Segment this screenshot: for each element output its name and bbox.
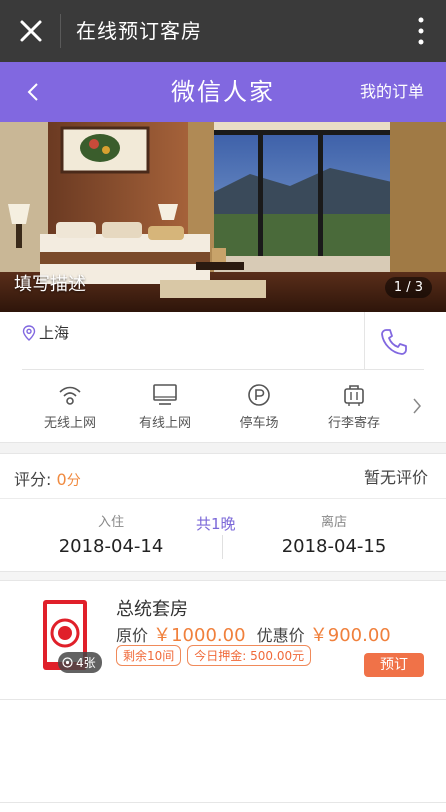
luggage-icon [344,385,364,406]
photo-count: 4张 [76,656,96,670]
location-pin-icon [22,324,36,341]
top-bar: 在线预订客房 [0,0,446,62]
phone-icon[interactable] [378,326,410,358]
amenities-row[interactable]: 无线上网 有线上网 停车场 行李寄存 [0,370,446,442]
section-gap [0,571,446,581]
book-button[interactable]: 预订 [364,653,424,677]
rating-score-unit: 分 [66,473,81,489]
section-gap [0,442,446,454]
amenity-label: 停车场 [239,416,279,431]
checkin-date: 2018-04-14 [58,536,164,557]
rating-score-value: 0 [56,470,67,489]
location[interactable]: 上海 [22,322,69,343]
rating-label-text: 评分: [14,470,52,489]
window-title: 在线预订客房 [76,19,202,43]
parking-icon [248,384,270,406]
room-card[interactable]: 4张 总统套房 原价 ￥1000.00 优惠价 ￥900.00 剩余10间 今日… [0,581,446,699]
more-options-icon[interactable] [416,14,426,48]
rating-row: 评分: 0分 暂无评价 [0,454,446,498]
close-icon[interactable] [14,14,48,48]
divider [0,699,446,700]
room-tags: 剩余10间 今日押金: 500.00元 [116,645,312,666]
location-divider [364,312,365,370]
photo-caption: 填写描述 [14,274,86,295]
checkout-date: 2018-04-15 [281,536,387,557]
checkin[interactable]: 入住 2018-04-14 [41,511,181,557]
photo-counter: 1 / 3 [384,277,432,298]
rating-label: 评分: 0分 [14,466,81,490]
nights-count: 共1晚 [196,515,236,533]
monitor-icon [153,384,177,405]
divider [0,802,446,803]
original-price: ￥1000.00 [153,625,246,646]
image-icon [62,657,73,668]
room-photo-carousel[interactable]: 填写描述 1 / 3 [0,122,446,312]
rooms-remaining-tag: 剩余10间 [116,645,182,666]
room-prices: 原价 ￥1000.00 优惠价 ￥900.00 [116,621,391,647]
amenity-wired: 有线上网 [125,382,205,431]
checkout-label: 离店 [320,515,347,530]
original-price-label: 原价 [116,626,149,645]
checkout[interactable]: 离店 2018-04-15 [264,511,404,557]
my-orders-link[interactable]: 我的订单 [360,62,424,122]
page-header: 微信人家 我的订单 [0,62,446,122]
checkin-label: 入住 [97,515,124,530]
no-reviews-text[interactable]: 暂无评价 [364,464,428,488]
amenity-label: 无线上网 [43,416,96,431]
discount-price-label: 优惠价 [256,626,305,645]
dates-divider [222,535,223,559]
stay-dates[interactable]: 入住 2018-04-14 共1晚 离店 2018-04-15 [0,499,446,571]
photo-count-badge: 4张 [58,652,102,673]
rating-score: 0分 [57,470,81,489]
room-name: 总统套房 [116,599,188,620]
discount-price: ￥900.00 [309,625,391,646]
amenity-label: 有线上网 [138,416,191,431]
amenity-luggage: 行李寄存 [314,382,394,431]
top-bar-divider [60,14,61,48]
deposit-tag: 今日押金: 500.00元 [187,645,312,666]
amenity-label: 行李寄存 [327,416,380,431]
wifi-icon [59,386,81,405]
amenity-parking: 停车场 [219,382,299,431]
location-row: 上海 [0,312,446,370]
amenity-wifi: 无线上网 [30,382,110,431]
location-city: 上海 [39,324,70,342]
chevron-right-icon[interactable] [412,396,422,416]
